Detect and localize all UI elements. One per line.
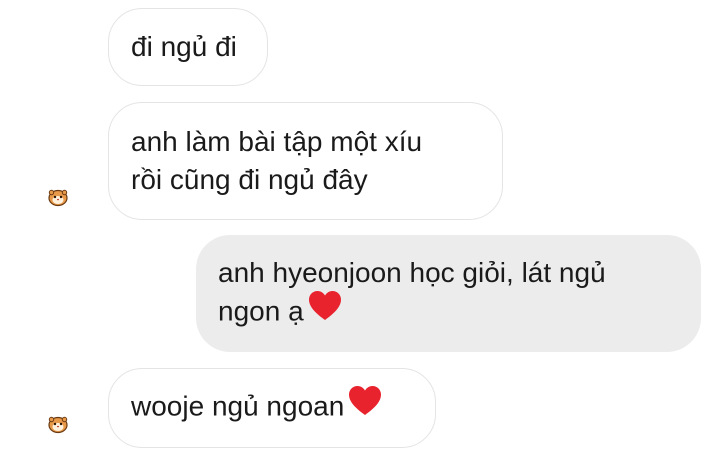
message-content: wooje ngủ ngoan (131, 385, 382, 429)
message-bubble-incoming[interactable]: anh làm bài tập một xíu rồi cũng đi ngủ … (108, 102, 503, 220)
message-bubble-incoming[interactable]: wooje ngủ ngoan (108, 368, 436, 448)
hamster-sticker-icon[interactable] (47, 186, 69, 208)
message-bubble-incoming[interactable]: đi ngủ đi (108, 8, 268, 86)
message-text: anh hyeonjoon học giỏi, lát ngủ ngon ạ (218, 256, 606, 326)
message-text: đi ngủ đi (131, 31, 237, 62)
red-heart-icon (348, 385, 382, 427)
message-text: anh làm bài tập một xíu rồi cũng đi ngủ … (131, 126, 423, 195)
message-bubble-outgoing[interactable]: anh hyeonjoon học giỏi, lát ngủ ngon ạ (196, 235, 701, 352)
hamster-sticker-icon[interactable] (47, 413, 69, 435)
message-content: anh hyeonjoon học giỏi, lát ngủ ngon ạ (218, 254, 606, 334)
message-text: wooje ngủ ngoan (131, 390, 345, 422)
red-heart-icon (308, 290, 342, 332)
